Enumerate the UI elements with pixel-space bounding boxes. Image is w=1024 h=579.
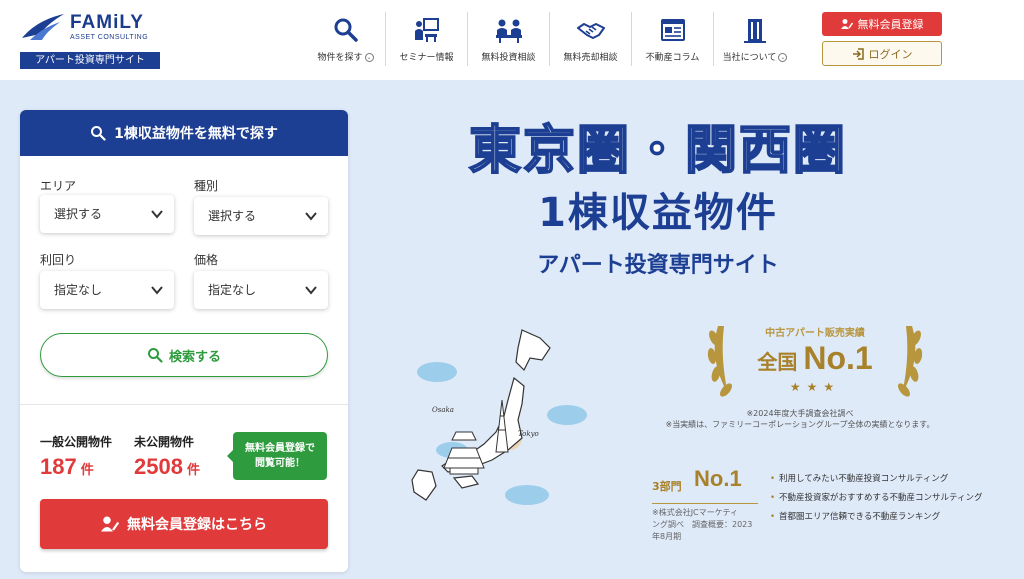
public-listings-label: 一般公開物件 (40, 435, 113, 449)
award2-prefix: 3部門 (652, 480, 682, 493)
handshake-icon (576, 23, 605, 39)
site-header: FAMiLY ASSET CONSULTING アパート投資専門サイト 物件を探… (0, 0, 1024, 80)
hero-title-main: 1棟収益物件 (538, 190, 778, 236)
member-access-badge: 無料会員登録で 閲覧可能！ (227, 432, 327, 480)
award-title: 全国 No.1 (700, 340, 930, 377)
public-count-value: 187 (40, 454, 77, 479)
hero-subtitle: アパート投資専門サイト (537, 253, 779, 278)
private-listings-count: 2508 件 (134, 454, 200, 480)
chevron-down-icon: ⌄ (778, 53, 788, 62)
header-register-label: 無料会員登録 (857, 18, 924, 31)
map-label-tokyo: Tokyo (518, 430, 539, 438)
public-listings-count: 187 件 (40, 454, 94, 480)
logo-wing-icon (22, 14, 64, 40)
search-panel-header: 1棟収益物件を無料で探す (20, 110, 348, 156)
panel-divider (20, 404, 348, 405)
award-three-categories: 3部門 No.1 (652, 462, 756, 502)
site-logo[interactable]: FAMiLY ASSET CONSULTING アパート投資専門サイト (20, 10, 160, 70)
nav-item-seminar[interactable]: セミナー情報 (386, 12, 468, 66)
nav-label-sale: 無料売却相談 (563, 53, 618, 63)
main-nav: 物件を探す ⌄ セミナー情報 無料投資相談 無料売却相談 不動産コラム 当社につ… (306, 12, 796, 72)
award2-item: 首都圏エリア信頼できる不動産ランキング (770, 508, 990, 527)
map-label-osaka: Osaka (432, 406, 454, 414)
award2-list: 利用してみたい不動産投資コンサルティング 不動産投資家がおすすめする不動産コンサ… (770, 470, 990, 527)
nav-item-about[interactable]: 当社について ⌄ (714, 12, 796, 66)
user-pen-icon (101, 516, 119, 532)
price-label: 価格 (194, 253, 219, 267)
chevron-down-icon: ⌄ (364, 53, 374, 62)
award-category: 中古アパート販売実績 (765, 328, 865, 339)
chevron-down-icon (305, 286, 317, 295)
search-icon (147, 348, 163, 363)
award-note-line-2: ※当実績は、ファミリーコーポレーショングループ全体の実績となります。 (665, 420, 935, 429)
header-login-label: ログイン (868, 47, 913, 61)
login-icon (852, 47, 864, 60)
award2-item: 不動産投資家がおすすめする不動産コンサルティング (770, 489, 990, 508)
price-select[interactable]: 指定なし (194, 271, 328, 309)
award-note-line-1: ※2024年度大手調査会社調べ (746, 409, 854, 418)
japan-map-illustration: Osaka Tokyo (411, 329, 587, 505)
nav-label-search: 物件を探す (317, 53, 363, 63)
chevron-down-icon (151, 210, 163, 219)
type-label: 種別 (194, 179, 219, 193)
user-pen-icon (840, 19, 853, 29)
award2-rank: No.1 (694, 466, 742, 491)
award-prefix: 全国 (757, 350, 798, 374)
search-button-label: 検索する (168, 349, 221, 365)
logo-tagline: アパート投資専門サイト (20, 52, 160, 69)
yield-select-value: 指定なし (54, 283, 103, 297)
nav-item-consultation[interactable]: 無料投資相談 (468, 12, 550, 66)
register-cta-label: 無料会員登録はこちら (127, 517, 267, 533)
public-count-unit: 件 (80, 462, 94, 477)
nav-label-column: 不動産コラム (645, 53, 700, 63)
area-select[interactable]: 選択する (40, 195, 174, 233)
award2-note-line-3: 年8月期 (652, 532, 682, 541)
award-rank: No.1 (803, 340, 873, 376)
private-count-unit: 件 (186, 462, 200, 477)
type-select-value: 選択する (208, 209, 257, 223)
award2-note-line-2: ング調べ 調査概要：2023 (652, 520, 753, 529)
nav-label-seminar: セミナー情報 (399, 53, 454, 63)
award2-divider (652, 503, 758, 504)
private-listings-label: 未公開物件 (134, 435, 195, 449)
column-icon (660, 19, 685, 41)
search-icon (334, 18, 358, 42)
award2-item: 利用してみたい不動産投資コンサルティング (770, 470, 990, 489)
nav-label-consultation: 無料投資相談 (481, 53, 536, 63)
award2-note-line-1: ※株式会社JCマーケティ (652, 508, 739, 517)
seminar-icon (414, 18, 439, 42)
search-icon (91, 126, 106, 141)
yield-select[interactable]: 指定なし (40, 271, 174, 309)
type-select[interactable]: 選択する (194, 197, 328, 235)
logo-name: FAMiLY (70, 12, 144, 33)
yield-label: 利回り (40, 253, 77, 267)
nav-item-column[interactable]: 不動産コラム (632, 12, 714, 66)
property-search-panel: 1棟収益物件を無料で探す エリア 選択する 種別 選択する 利回り 指定なし 価… (20, 110, 348, 572)
hero-title-region: 東京圏・関西圏 (468, 120, 847, 182)
private-count-value: 2508 (134, 454, 183, 479)
award2-footnote: ※株式会社JCマーケティ ング調べ 調査概要：2023 年8月期 (652, 507, 764, 543)
header-register-button[interactable]: 無料会員登録 (822, 12, 942, 36)
register-cta-button[interactable]: 無料会員登録はこちら (40, 499, 328, 549)
chevron-down-icon (305, 212, 317, 221)
price-select-value: 指定なし (208, 283, 257, 297)
award-national-no1: 中古アパート販売実績 全国 No.1 ★★★ (700, 318, 930, 408)
search-button[interactable]: 検索する (40, 333, 328, 377)
award-footnote: ※2024年度大手調査会社調べ ※当実績は、ファミリーコーポレーショングループ全… (640, 408, 960, 430)
nav-item-search[interactable]: 物件を探す ⌄ (306, 12, 386, 66)
chevron-down-icon (151, 286, 163, 295)
area-label: エリア (40, 179, 77, 193)
search-panel-title: 1棟収益物件を無料で探す (114, 126, 278, 142)
building-icon (744, 19, 766, 43)
area-select-value: 選択する (54, 207, 103, 221)
consultation-icon (495, 19, 522, 43)
nav-item-sale[interactable]: 無料売却相談 (550, 12, 632, 66)
nav-label-about: 当社について (722, 53, 777, 63)
logo-subtitle: ASSET CONSULTING (70, 34, 149, 41)
award-stars: ★★★ (789, 380, 841, 394)
header-login-button[interactable]: ログイン (822, 41, 942, 66)
badge-line-2: 閲覧可能！ (255, 458, 305, 469)
badge-line-1: 無料会員登録で (245, 443, 315, 454)
